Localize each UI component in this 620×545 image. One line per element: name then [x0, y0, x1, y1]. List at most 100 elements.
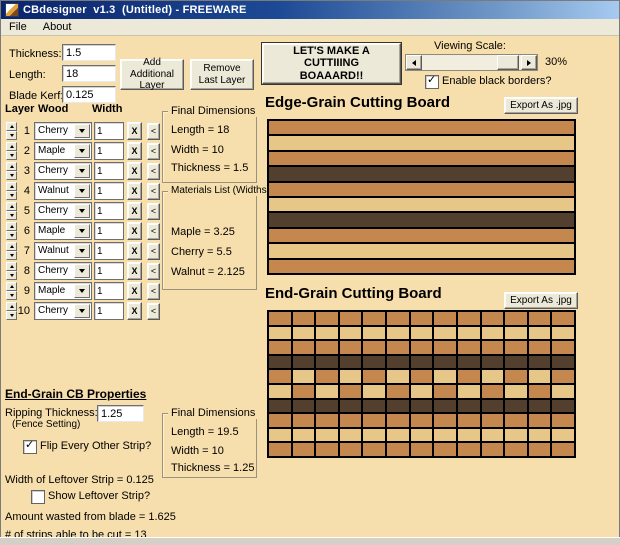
- width-input[interactable]: [94, 202, 124, 220]
- end-grain-cell: [434, 355, 456, 369]
- show-leftover-checkbox[interactable]: [31, 490, 45, 504]
- scroll-thumb[interactable]: [497, 55, 519, 70]
- delete-layer-button[interactable]: X: [127, 142, 142, 160]
- insert-layer-button[interactable]: <: [147, 263, 160, 280]
- end-grain-cell: [434, 370, 456, 383]
- insert-layer-button[interactable]: <: [147, 223, 160, 240]
- end-grain-heading: End-Grain Cutting Board: [265, 285, 442, 302]
- up-arrow-icon: [9, 245, 14, 248]
- end-grain-cell: [316, 326, 338, 340]
- wood-select[interactable]: Maple: [34, 142, 92, 160]
- dropdown-arrow-button[interactable]: [74, 244, 90, 258]
- thickness-input[interactable]: [62, 44, 116, 61]
- remove-layer-button[interactable]: Remove Last Layer: [190, 59, 254, 90]
- menu-file[interactable]: File: [1, 20, 35, 34]
- down-arrow-icon: [9, 134, 14, 137]
- delete-layer-button[interactable]: X: [127, 302, 142, 320]
- scroll-left-icon: [412, 59, 416, 66]
- length-input[interactable]: [62, 65, 116, 82]
- width-input[interactable]: [94, 182, 124, 200]
- width-input[interactable]: [94, 262, 124, 280]
- dropdown-arrow-button[interactable]: [74, 204, 90, 218]
- edge-length-value: Length = 18: [171, 124, 230, 136]
- width-input[interactable]: [94, 282, 124, 300]
- end-grain-cell: [292, 326, 315, 340]
- app-window: CBdesigner v1.3 (Untitled) - FREEWARE Fi…: [0, 0, 620, 541]
- end-grain-cell: [387, 355, 409, 369]
- wood-select-value: Cherry: [38, 165, 69, 176]
- export-end-button[interactable]: Export As .jpg: [504, 292, 578, 309]
- width-input[interactable]: [94, 242, 124, 260]
- wood-select[interactable]: Maple: [34, 222, 92, 240]
- delete-layer-button[interactable]: X: [127, 262, 142, 280]
- insert-layer-button[interactable]: <: [147, 203, 160, 220]
- end-thickness-value: Thickness = 1.25: [171, 462, 255, 474]
- menu-about[interactable]: About: [35, 20, 80, 34]
- edge-grain-stripe: [269, 213, 574, 227]
- layer-row: 10 Cherry X <: [1, 301, 163, 321]
- width-input[interactable]: [94, 222, 124, 240]
- end-grain-cell: [505, 370, 527, 383]
- width-input[interactable]: [94, 122, 124, 140]
- width-input[interactable]: [94, 302, 124, 320]
- delete-layer-button[interactable]: X: [127, 222, 142, 240]
- wood-select[interactable]: Cherry: [34, 162, 92, 180]
- viewing-scale-scrollbar[interactable]: [405, 54, 538, 71]
- dropdown-arrow-button[interactable]: [74, 304, 90, 318]
- delete-layer-button[interactable]: X: [127, 182, 142, 200]
- insert-layer-button[interactable]: <: [147, 183, 160, 200]
- insert-layer-button[interactable]: <: [147, 143, 160, 160]
- wood-select-value: Cherry: [38, 305, 69, 316]
- chevron-down-icon: [79, 129, 85, 133]
- delete-layer-button[interactable]: X: [127, 122, 142, 140]
- amount-wasted-text: Amount wasted from blade = 1.625: [5, 511, 176, 523]
- layer-rows: 1 Cherry X < 2 Maple X < 3 Cherry X < 4 …: [1, 121, 163, 323]
- end-width-value: Width = 10: [171, 445, 224, 457]
- end-grain-cell: [269, 355, 291, 369]
- wood-select[interactable]: Cherry: [34, 202, 92, 220]
- wood-select[interactable]: Cherry: [34, 122, 92, 140]
- end-grain-cell: [387, 414, 409, 427]
- delete-layer-button[interactable]: X: [127, 242, 142, 260]
- dropdown-arrow-button[interactable]: [74, 144, 90, 158]
- wood-select[interactable]: Maple: [34, 282, 92, 300]
- layer-number: 6: [23, 225, 30, 237]
- insert-layer-button[interactable]: <: [147, 123, 160, 140]
- scroll-right-icon: [527, 59, 531, 66]
- end-grain-cell: [552, 414, 574, 427]
- window-title: CBdesigner v1.3 (Untitled) - FREEWARE: [23, 4, 247, 16]
- insert-layer-button[interactable]: <: [147, 243, 160, 260]
- delete-layer-button[interactable]: X: [127, 202, 142, 220]
- width-input[interactable]: [94, 162, 124, 180]
- wood-select[interactable]: Cherry: [34, 262, 92, 280]
- delete-layer-button[interactable]: X: [127, 162, 142, 180]
- delete-layer-button[interactable]: X: [127, 282, 142, 300]
- end-grain-cell: [457, 326, 480, 340]
- ripping-thickness-input[interactable]: [97, 405, 144, 422]
- insert-layer-button[interactable]: <: [147, 303, 160, 320]
- insert-layer-button[interactable]: <: [147, 163, 160, 180]
- wood-select[interactable]: Walnut: [34, 242, 92, 260]
- black-borders-checkbox[interactable]: [425, 73, 439, 89]
- dropdown-arrow-button[interactable]: [74, 164, 90, 178]
- end-grain-cell: [434, 414, 456, 427]
- layer-number: 3: [23, 165, 30, 177]
- export-edge-button[interactable]: Export As .jpg: [504, 97, 578, 114]
- dropdown-arrow-button[interactable]: [74, 264, 90, 278]
- add-layer-button[interactable]: Add Additional Layer: [120, 57, 184, 91]
- wood-select[interactable]: Cherry: [34, 302, 92, 320]
- flip-strips-checkbox[interactable]: [23, 438, 37, 454]
- dropdown-arrow-button[interactable]: [74, 284, 90, 298]
- wood-select[interactable]: Walnut: [34, 182, 92, 200]
- scroll-left-button[interactable]: [406, 55, 422, 70]
- end-grain-cell: [434, 428, 456, 442]
- scroll-right-button[interactable]: [521, 55, 537, 70]
- blade-kerf-input[interactable]: [62, 86, 116, 103]
- end-grain-cell: [339, 326, 362, 340]
- make-board-button[interactable]: LET'S MAKE A CUTTIIING BOAAARD!!: [261, 42, 402, 85]
- dropdown-arrow-button[interactable]: [74, 124, 90, 138]
- dropdown-arrow-button[interactable]: [74, 184, 90, 198]
- width-input[interactable]: [94, 142, 124, 160]
- dropdown-arrow-button[interactable]: [74, 224, 90, 238]
- insert-layer-button[interactable]: <: [147, 283, 160, 300]
